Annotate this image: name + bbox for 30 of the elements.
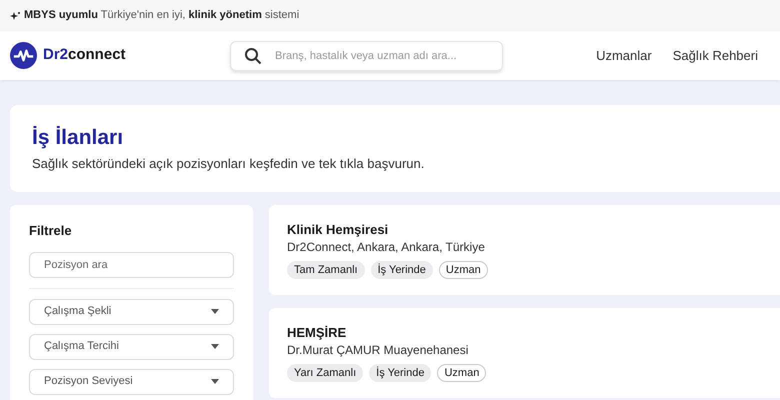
job-tag: İş Yerinde <box>369 364 432 382</box>
job-tag: Yarı Zamanlı <box>287 364 364 382</box>
filter-select[interactable]: Pozisyon Seviyesi <box>29 368 234 394</box>
job-tag: Uzman <box>438 261 488 279</box>
logo-icon[interactable] <box>10 42 37 69</box>
job-title: Klinik Hemşiresi <box>287 221 390 239</box>
filter-select[interactable]: Çalışma Tercihi <box>29 334 234 360</box>
brand-name[interactable]: Dr2connect <box>43 44 126 67</box>
sparkle-icon <box>10 10 20 20</box>
employer-text: Dr.Murat ÇAMUR Muayenehanesi <box>287 342 470 358</box>
page-title: İş İlanları <box>32 125 124 151</box>
search-icon <box>244 46 262 64</box>
caret-icon <box>211 344 219 349</box>
job-tag: Tam Zamanlı <box>287 261 365 279</box>
filter-select[interactable]: Çalışma Şekli <box>29 298 234 324</box>
job-card[interactable]: HEMŞİRE Dr.Murat ÇAMUR Muayenehanesi Yarı Zamanlı İş Yerinde Uzman <box>269 308 780 398</box>
caret-icon <box>211 379 219 384</box>
announcement-text: MBYS uyumlu Türkiye'nin en iyi, klinik yönetim sistemi <box>24 8 300 24</box>
caret-icon <box>211 309 219 314</box>
job-card[interactable]: Klinik Hemşiresi Dr2Connect, Ankara, Ankara, Türkiye Tam Zamanlı İş Yerinde Uzman <box>269 205 780 295</box>
job-title: HEMŞİRE <box>287 324 348 342</box>
nav-link[interactable]: Uzmanlar <box>596 46 652 66</box>
nav-link[interactable]: Sağlık Rehberi <box>672 46 758 66</box>
position-search-field[interactable]: Pozisyon ara <box>29 252 234 278</box>
page-subtitle: Sağlık sektöründeki açık pozisyonları keşfedin ve tek tıkla başvurun. <box>32 155 426 173</box>
job-tag: İş Yerinde <box>370 261 433 279</box>
job-tag: Uzman <box>437 364 486 382</box>
filter-title: Filtrele <box>29 222 73 240</box>
search-field[interactable]: Branş, hastalık veya uzman adı ara... <box>230 40 503 70</box>
employer-text: Dr2Connect, Ankara, Ankara, Türkiye <box>287 239 486 255</box>
